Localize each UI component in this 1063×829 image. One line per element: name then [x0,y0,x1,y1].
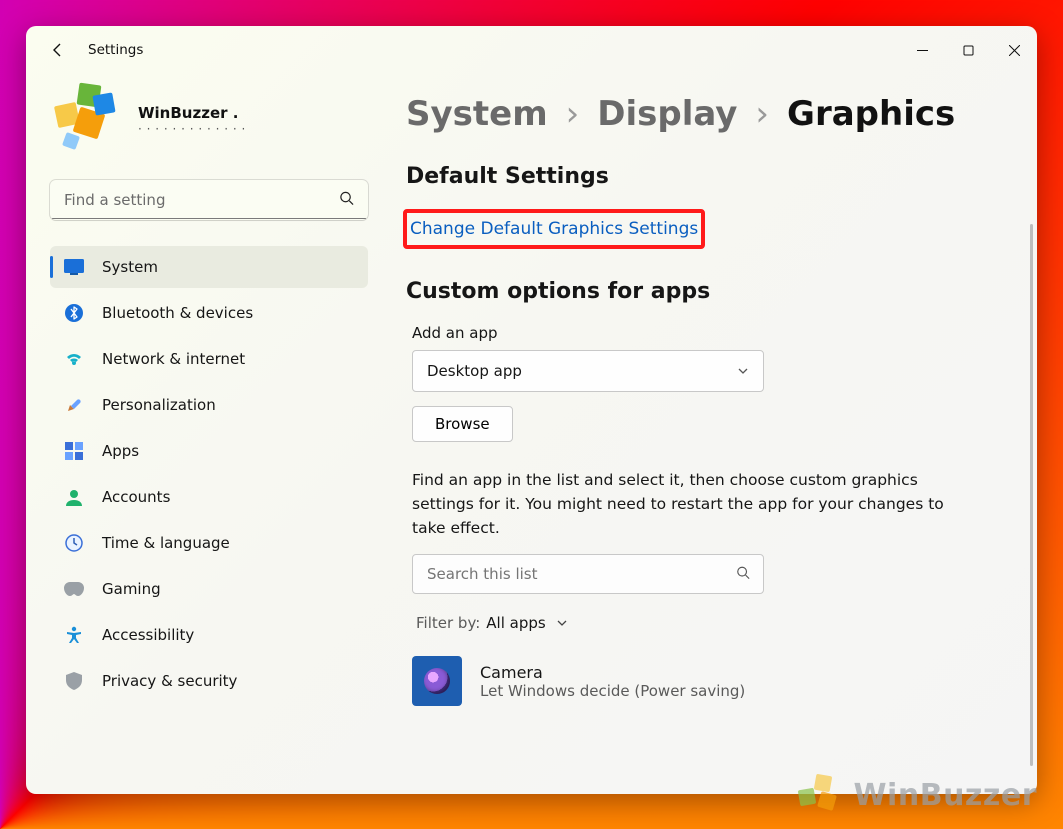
breadcrumb-graphics: Graphics [787,94,955,134]
sidebar-item-apps[interactable]: Apps [50,430,368,472]
back-button[interactable] [42,34,74,66]
sidebar-nav: System Bluetooth & devices Network & int… [50,246,368,702]
sidebar-item-label: Apps [102,442,139,460]
sidebar-item-label: Privacy & security [102,672,237,690]
sidebar-item-personalization[interactable]: Personalization [50,384,368,426]
close-icon [1009,45,1020,56]
accessibility-icon [64,625,84,645]
close-button[interactable] [991,26,1037,74]
chevron-right-icon: › [566,94,580,134]
filter-label: Filter by: [416,614,480,632]
sidebar-item-bluetooth[interactable]: Bluetooth & devices [50,292,368,334]
avatar [50,84,122,156]
filter-value: All apps [486,614,545,632]
highlighted-link-box: Change Default Graphics Settings [403,209,705,249]
minimize-button[interactable] [899,26,945,74]
sidebar-item-label: Network & internet [102,350,245,368]
shield-icon [64,671,84,691]
sidebar-item-label: Accessibility [102,626,194,644]
camera-app-icon [412,656,462,706]
maximize-icon [963,45,974,56]
gamepad-icon [64,579,84,599]
display-icon [64,257,84,277]
sidebar-search [50,180,368,220]
clock-globe-icon [64,533,84,553]
sidebar-item-gaming[interactable]: Gaming [50,568,368,610]
window-title: Settings [88,42,143,58]
app-list-search-input[interactable] [412,554,764,594]
browse-button[interactable]: Browse [412,406,513,442]
app-gpu-preference: Let Windows decide (Power saving) [480,682,745,700]
sidebar-item-accessibility[interactable]: Accessibility [50,614,368,656]
search-icon [736,565,750,584]
main-content: System › Display › Graphics Default Sett… [382,74,1037,794]
sidebar-item-network[interactable]: Network & internet [50,338,368,380]
maximize-button[interactable] [945,26,991,74]
scrollbar[interactable] [1030,224,1033,766]
app-name: Camera [480,663,745,682]
breadcrumb-system[interactable]: System [406,94,548,134]
apps-icon [64,441,84,461]
minimize-icon [917,45,928,56]
app-type-dropdown[interactable]: Desktop app [412,350,764,392]
chevron-down-icon [556,617,568,629]
add-app-label: Add an app [412,324,1029,342]
sidebar-item-label: Gaming [102,580,161,598]
sidebar-item-time-language[interactable]: Time & language [50,522,368,564]
search-input[interactable] [50,180,368,220]
change-default-graphics-link[interactable]: Change Default Graphics Settings [410,219,698,239]
chevron-right-icon: › [755,94,769,134]
search-icon [339,191,354,210]
bluetooth-icon [64,303,84,323]
breadcrumb: System › Display › Graphics [406,94,1029,134]
profile-name: WinBuzzer . [138,104,246,122]
default-settings-heading: Default Settings [406,164,1029,189]
window-controls [899,26,1037,74]
app-type-selected: Desktop app [427,362,522,380]
person-icon [64,487,84,507]
wifi-icon [64,349,84,369]
sidebar-item-privacy[interactable]: Privacy & security [50,660,368,702]
sidebar-item-label: System [102,258,158,276]
sidebar: WinBuzzer . · · · · · · · · · · · · · Sy… [26,74,382,794]
titlebar: Settings [26,26,1037,74]
custom-options-heading: Custom options for apps [406,279,1029,304]
breadcrumb-display[interactable]: Display [597,94,737,134]
paintbrush-icon [64,395,84,415]
sidebar-item-system[interactable]: System [50,246,368,288]
back-arrow-icon [50,42,66,58]
sidebar-item-label: Bluetooth & devices [102,304,253,322]
chevron-down-icon [737,365,749,377]
profile-subline: · · · · · · · · · · · · · [138,122,246,136]
profile-block[interactable]: WinBuzzer . · · · · · · · · · · · · · [50,84,368,156]
sidebar-item-accounts[interactable]: Accounts [50,476,368,518]
sidebar-item-label: Time & language [102,534,230,552]
settings-window: Settings WinBuzzer . · · · · · · · · · [26,26,1037,794]
sidebar-item-label: Personalization [102,396,216,414]
filter-row[interactable]: Filter by: All apps [416,614,1029,632]
custom-options-description: Find an app in the list and select it, t… [412,468,952,540]
app-list-item[interactable]: Camera Let Windows decide (Power saving) [412,656,1029,706]
sidebar-item-label: Accounts [102,488,170,506]
app-list-search [412,554,764,594]
